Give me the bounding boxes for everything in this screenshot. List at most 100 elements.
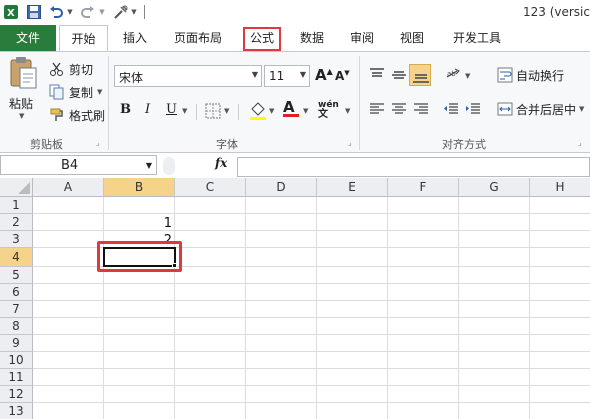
gridline [529, 197, 530, 419]
align-top-button[interactable] [369, 68, 385, 85]
row-header-1[interactable]: 1 [0, 197, 33, 214]
column-header-d[interactable]: D [246, 178, 317, 197]
font-launcher-icon[interactable]: ⌟ [348, 138, 352, 147]
increase-indent-button[interactable] [465, 102, 481, 119]
column-header-g[interactable]: G [459, 178, 530, 197]
customize-icon[interactable]: ▼ [130, 3, 138, 21]
merge-center-label: 合并后居中 [516, 102, 577, 117]
font-color-dropdown-icon[interactable]: ▼ [303, 107, 308, 115]
borders-button[interactable] [205, 103, 221, 122]
cut-label: 剪切 [69, 62, 94, 77]
title-bar: X ▼ ▼ ▼ 123 (versic [0, 0, 590, 25]
undo-dropdown-icon[interactable]: ▼ [66, 3, 74, 21]
copy-button[interactable]: 复制 ▼ [48, 83, 102, 101]
orientation-button[interactable]: ab [445, 67, 463, 86]
column-header-h[interactable]: H [530, 178, 590, 197]
cell-b2[interactable]: 1 [104, 216, 172, 231]
gridline [33, 385, 590, 386]
worksheet-grid[interactable]: A B C D E F G H 1 2 3 4 5 6 7 8 9 10 11 … [0, 178, 590, 419]
undo-icon[interactable] [48, 3, 64, 21]
bold-button[interactable]: B [120, 102, 131, 117]
row-header-7[interactable]: 7 [0, 301, 33, 318]
row-header-4[interactable]: 4 [0, 248, 33, 267]
align-bottom-button[interactable] [409, 64, 431, 86]
row-header-3[interactable]: 3 [0, 231, 33, 248]
row-header-9[interactable]: 9 [0, 335, 33, 352]
row-header-11[interactable]: 11 [0, 369, 33, 386]
active-cell-b4[interactable] [103, 247, 176, 267]
font-name-select[interactable]: 宋体 ▼ [114, 65, 262, 87]
row-header-10[interactable]: 10 [0, 352, 33, 369]
chevron-down-icon: ▼ [299, 70, 306, 79]
decrease-indent-button[interactable] [443, 102, 459, 119]
borders-dropdown-icon[interactable]: ▼ [224, 107, 229, 115]
row-header-12[interactable]: 12 [0, 386, 33, 403]
redo-icon[interactable] [80, 3, 96, 21]
tab-review[interactable]: 审阅 [344, 25, 380, 51]
merge-center-button[interactable]: 合并后居中 ▼ [496, 100, 584, 118]
tab-data[interactable]: 数据 [294, 25, 330, 51]
align-center-icon [392, 103, 406, 114]
redo-dropdown-icon[interactable]: ▼ [98, 3, 106, 21]
tab-developer[interactable]: 开发工具 [447, 25, 507, 51]
grow-font-button[interactable]: A▲ [315, 66, 333, 84]
group-separator [108, 56, 109, 150]
fill-color-button[interactable] [249, 101, 267, 124]
italic-button[interactable]: I [145, 102, 150, 117]
phonetic-dropdown-icon[interactable]: ▼ [345, 107, 350, 115]
row-header-8[interactable]: 8 [0, 318, 33, 335]
fill-handle[interactable] [172, 263, 177, 268]
tab-insert[interactable]: 插入 [117, 25, 153, 51]
cut-button[interactable]: 剪切 [48, 60, 93, 78]
underline-dropdown-icon[interactable]: ▼ [182, 107, 187, 115]
column-header-f[interactable]: F [388, 178, 459, 197]
format-painter-button[interactable]: 格式刷 [48, 106, 105, 124]
align-left-button[interactable] [369, 102, 385, 119]
formula-input[interactable] [237, 157, 590, 177]
tools-icon[interactable] [112, 3, 130, 21]
paste-label[interactable]: 粘贴 [9, 95, 33, 112]
column-header-a[interactable]: A [33, 178, 104, 197]
tab-view[interactable]: 视图 [394, 25, 430, 51]
wrap-text-button[interactable]: 自动换行 [496, 66, 564, 84]
align-middle-icon [392, 71, 406, 79]
font-size-select[interactable]: 11 ▼ [264, 65, 310, 87]
merge-dropdown-icon[interactable]: ▼ [579, 105, 584, 113]
column-header-b[interactable]: B [104, 178, 175, 197]
gridline [316, 197, 317, 419]
row-header-13[interactable]: 13 [0, 403, 33, 419]
tab-file[interactable]: 文件 [0, 25, 56, 51]
gridline [33, 283, 590, 284]
font-size-value: 11 [269, 69, 285, 83]
phonetic-button[interactable]: wén 文 [318, 100, 339, 120]
name-box[interactable]: B4 ▼ [0, 155, 157, 175]
row-header-6[interactable]: 6 [0, 284, 33, 301]
paste-button[interactable] [6, 56, 40, 100]
chevron-down-icon: ▼ [251, 70, 258, 79]
tab-home[interactable]: 开始 [59, 25, 108, 52]
clipboard-launcher-icon[interactable]: ⌟ [96, 138, 100, 147]
align-center-button[interactable] [391, 102, 407, 119]
tab-page-layout[interactable]: 页面布局 [166, 25, 230, 51]
select-all-corner[interactable] [0, 178, 33, 197]
column-header-c[interactable]: C [175, 178, 246, 197]
orientation-dropdown-icon[interactable]: ▼ [465, 72, 470, 80]
underline-button[interactable]: U [166, 102, 177, 117]
font-color-button[interactable]: A [283, 98, 299, 117]
row-header-5[interactable]: 5 [0, 267, 33, 284]
clipboard-group-label: 剪贴板 [30, 138, 63, 151]
formula-bar-splitter[interactable] [163, 157, 175, 175]
align-right-button[interactable] [413, 102, 429, 119]
alignment-launcher-icon[interactable]: ⌟ [578, 138, 582, 147]
fill-color-dropdown-icon[interactable]: ▼ [269, 107, 274, 115]
row-header-2[interactable]: 2 [0, 214, 33, 231]
save-icon[interactable] [26, 3, 42, 21]
copy-dropdown-icon[interactable]: ▼ [97, 88, 102, 96]
column-header-e[interactable]: E [317, 178, 388, 197]
shrink-font-button[interactable]: A▼ [335, 69, 350, 83]
align-middle-button[interactable] [391, 68, 407, 85]
paste-dropdown-icon[interactable]: ▼ [19, 112, 24, 120]
window-title: 123 (versic [522, 5, 590, 19]
insert-function-button[interactable]: fx [215, 156, 227, 170]
alignment-group-label: 对齐方式 [442, 138, 486, 151]
